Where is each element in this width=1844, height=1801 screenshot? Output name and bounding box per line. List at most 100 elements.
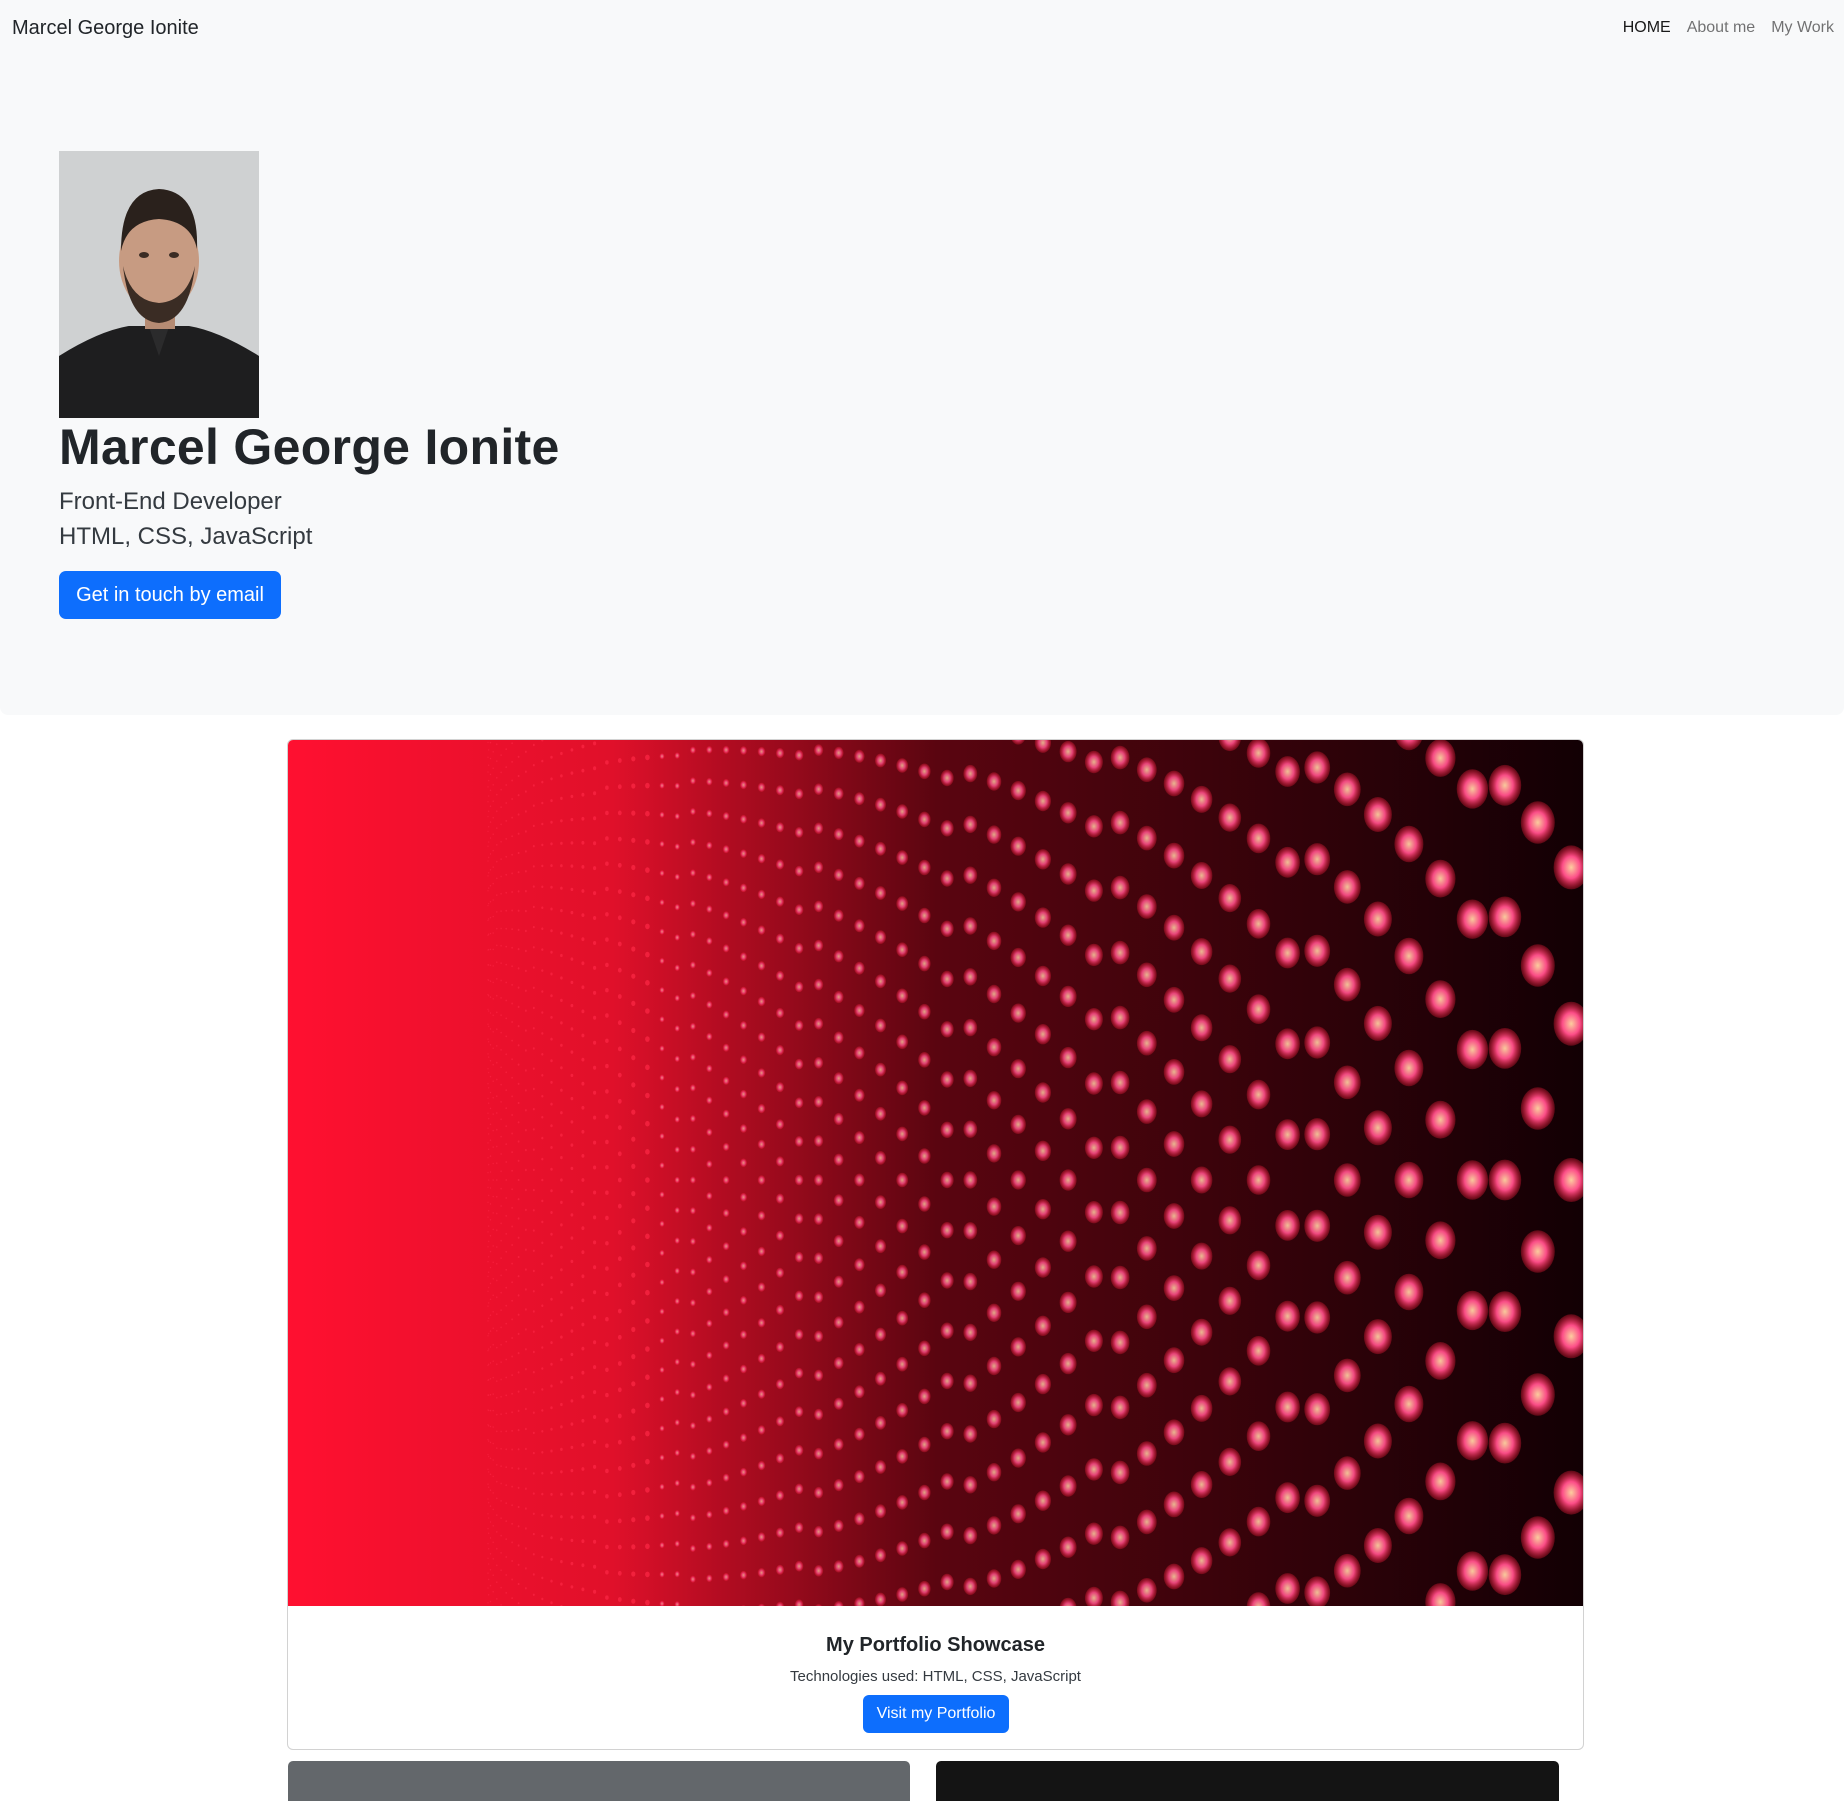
- led-dot: [492, 1245, 494, 1247]
- led-dot: [814, 1408, 824, 1421]
- led-dot: [517, 871, 520, 874]
- led-dot: [706, 1415, 713, 1423]
- led-dot: [489, 1409, 492, 1412]
- led-dot: [593, 1040, 597, 1045]
- led-dot: [532, 1451, 535, 1455]
- led-dot: [605, 1089, 609, 1094]
- led-dot: [940, 920, 954, 937]
- led-dot: [570, 841, 574, 845]
- led-dot: [511, 816, 513, 819]
- nav-my-work[interactable]: My Work: [1771, 19, 1834, 37]
- contact-email-button[interactable]: Get in touch by email: [59, 571, 281, 619]
- led-dot: [706, 1542, 713, 1551]
- led-dot: [500, 823, 502, 826]
- hero-role: Front-End Developer: [59, 488, 282, 515]
- led-dot: [487, 1127, 489, 1129]
- led-dot: [525, 1328, 527, 1331]
- led-dot: [560, 1470, 563, 1474]
- led-dot: [517, 1025, 520, 1028]
- led-dot: [487, 786, 489, 788]
- led-dot: [541, 1136, 544, 1140]
- led-dot: [963, 764, 978, 783]
- led-dot: [605, 1013, 609, 1018]
- led-dot: [1010, 1504, 1026, 1524]
- led-dot: [496, 1145, 498, 1148]
- led-dot: [631, 1163, 636, 1169]
- led-dot: [496, 1061, 498, 1064]
- led-dot: [1218, 1125, 1242, 1154]
- led-dot: [617, 915, 622, 921]
- led-dot: [517, 948, 520, 951]
- led-dot: [492, 1327, 494, 1329]
- led-dot: [511, 1411, 513, 1414]
- led-dot: [740, 1330, 747, 1339]
- led-dot: [814, 1330, 824, 1343]
- led-dot: [532, 905, 535, 909]
- led-dot: [690, 1483, 696, 1491]
- led-dot: [532, 1330, 535, 1333]
- led-dot: [757, 1460, 766, 1471]
- led-dot: [722, 1539, 730, 1548]
- visit-portfolio-button[interactable]: Visit my Portfolio: [863, 1695, 1009, 1733]
- navbar-brand[interactable]: Marcel George Ionite: [12, 17, 199, 40]
- led-dot: [1190, 1242, 1213, 1270]
- led-dot: [489, 773, 492, 776]
- hero-title: Marcel George Ionite: [59, 419, 560, 475]
- led-dot: [593, 1240, 597, 1245]
- led-dot: [505, 981, 507, 984]
- led-dot: [560, 841, 563, 845]
- led-dot: [500, 1569, 502, 1572]
- led-dot: [511, 965, 513, 968]
- led-dot: [757, 1103, 766, 1114]
- led-dot: [525, 1368, 527, 1371]
- led-dot: [690, 1299, 696, 1307]
- led-dot: [1363, 797, 1392, 832]
- led-dot: [814, 861, 824, 874]
- led-dot: [550, 799, 553, 803]
- led-dot: [1456, 1421, 1489, 1461]
- led-dot: [690, 1544, 696, 1553]
- led-dot: [550, 820, 553, 824]
- led-dot: [896, 804, 909, 819]
- led-dot: [532, 1411, 535, 1414]
- led-dot: [581, 1202, 585, 1206]
- led-dot: [570, 1027, 574, 1031]
- led-dot: [706, 1574, 713, 1583]
- led-dot: [605, 1392, 609, 1398]
- led-dot: [1304, 1393, 1331, 1426]
- led-dot: [1304, 1301, 1331, 1334]
- led-dot: [487, 1023, 489, 1025]
- led-dot: [918, 1484, 931, 1501]
- led-dot: [560, 1560, 563, 1564]
- led-dot: [833, 1072, 844, 1085]
- led-dot: [631, 864, 636, 871]
- led-dot: [814, 1057, 824, 1069]
- led-dot: [517, 1217, 520, 1220]
- led-dot: [722, 1374, 730, 1383]
- led-dot: [1488, 1028, 1522, 1069]
- led-dot: [570, 934, 574, 938]
- led-dot: [488, 902, 490, 905]
- led-dot: [875, 886, 886, 900]
- led-dot: [532, 1371, 535, 1374]
- led-dot: [740, 1021, 747, 1030]
- led-dot: [488, 994, 490, 997]
- led-dot: [740, 1364, 747, 1374]
- nav-about[interactable]: About me: [1687, 19, 1755, 37]
- led-dot: [1110, 1005, 1130, 1030]
- led-dot: [505, 1143, 507, 1145]
- led-dot: [525, 810, 527, 813]
- led-dot: [690, 1452, 696, 1460]
- nav-home[interactable]: HOME: [1623, 19, 1671, 37]
- led-dot: [541, 1241, 544, 1245]
- led-dot: [560, 796, 563, 800]
- led-dot: [488, 1302, 490, 1304]
- led-dot: [794, 1444, 804, 1456]
- led-dot: [570, 1352, 574, 1357]
- led-dot: [541, 843, 544, 847]
- led-dot: [560, 976, 563, 980]
- led-dot: [511, 1560, 513, 1562]
- led-dot: [488, 1378, 490, 1381]
- led-dot: [511, 742, 513, 745]
- led-dot: [511, 1021, 513, 1023]
